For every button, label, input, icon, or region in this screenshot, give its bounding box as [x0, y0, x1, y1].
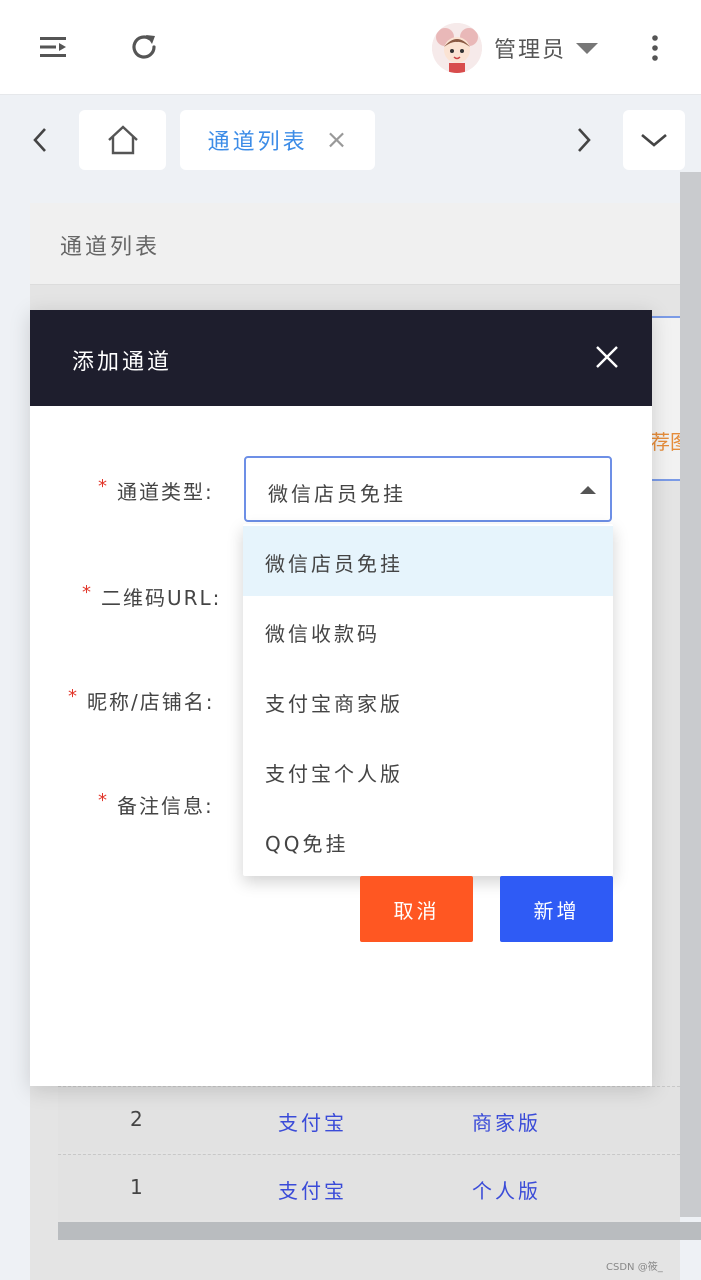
avatar [432, 23, 482, 73]
tab-channel-list[interactable]: 通道列表 × [180, 110, 375, 170]
vertical-scrollbar[interactable] [680, 172, 701, 1217]
dropdown-option[interactable]: 支付宝个人版 [243, 736, 613, 806]
add-button[interactable]: 新增 [500, 876, 613, 942]
close-icon[interactable]: × [326, 127, 348, 153]
tab-home[interactable] [79, 110, 166, 170]
more-options-button[interactable] [640, 28, 670, 68]
chevron-right-icon [578, 128, 591, 152]
watermark: CSDN @筱_ [606, 1262, 663, 1273]
remark-label: * 备注信息: [98, 790, 214, 818]
page-title: 通道列表 [60, 235, 161, 260]
row-version: 商家版 [472, 1111, 541, 1135]
more-vertical-icon [652, 35, 658, 61]
required-mark: * [68, 686, 79, 707]
required-mark: * [98, 790, 109, 811]
tab-dropdown-button[interactable] [623, 110, 685, 170]
select-value: 微信店员免挂 [268, 482, 406, 506]
background-strip-text: 荐图 [650, 430, 680, 454]
modal-close-button[interactable] [592, 342, 622, 372]
top-header: 管理员 [0, 0, 701, 95]
required-mark: * [82, 582, 93, 603]
refresh-icon [132, 35, 156, 59]
row-id: 2 [130, 1107, 143, 1131]
close-icon [596, 346, 618, 368]
row-type: 支付宝 [278, 1111, 347, 1135]
avatar-icon [432, 23, 482, 73]
table-row[interactable]: 2 支付宝 商家版 [58, 1086, 680, 1152]
modal-title: 添加通道 [72, 350, 173, 375]
channel-type-label: * 通道类型: [98, 476, 214, 504]
background-strip: 荐图 [650, 316, 680, 481]
tab-label: 通道列表 [207, 130, 308, 155]
required-mark: * [98, 476, 109, 497]
table-row[interactable]: 1 支付宝 个人版 [58, 1154, 680, 1220]
dropdown-option[interactable]: 微信收款码 [243, 596, 613, 666]
user-menu[interactable]: 管理员 [432, 22, 599, 74]
chevron-down-icon [641, 134, 667, 147]
chevron-left-icon [33, 128, 46, 152]
channel-type-dropdown: 微信店员免挂 微信收款码 支付宝商家版 支付宝个人版 QQ免挂 [243, 524, 613, 876]
dropdown-option[interactable]: 微信店员免挂 [243, 526, 613, 596]
row-version: 个人版 [472, 1179, 541, 1203]
dropdown-option[interactable]: 支付宝商家版 [243, 666, 613, 736]
row-id: 1 [130, 1175, 143, 1199]
row-type: 支付宝 [278, 1179, 347, 1203]
cancel-button[interactable]: 取消 [360, 876, 473, 942]
modal-header: 添加通道 [30, 310, 652, 406]
channel-type-select[interactable]: 微信店员免挂 [244, 456, 612, 522]
tab-scroll-left-button[interactable] [22, 118, 58, 162]
add-channel-modal: 添加通道 * 通道类型: * 二维码URL: * 昵称/店铺名: * 备注信息: 微信店… [30, 310, 652, 1086]
user-name: 管理员 [494, 38, 567, 63]
nickname-label: * 昵称/店铺名: [68, 686, 215, 714]
qrcode-url-label: * 二维码URL: [82, 582, 222, 610]
home-icon [107, 125, 138, 155]
caret-up-icon [580, 486, 596, 494]
caret-down-icon [576, 42, 599, 54]
dropdown-option[interactable]: QQ免挂 [243, 806, 613, 876]
tab-strip: 通道列表 × [0, 96, 701, 182]
menu-toggle-button[interactable] [34, 27, 74, 67]
horizontal-scrollbar[interactable] [58, 1222, 701, 1240]
tab-scroll-right-button[interactable] [566, 118, 602, 162]
menu-fold-icon [40, 37, 66, 57]
refresh-button[interactable] [122, 25, 166, 69]
page-header: 通道列表 [30, 203, 680, 285]
